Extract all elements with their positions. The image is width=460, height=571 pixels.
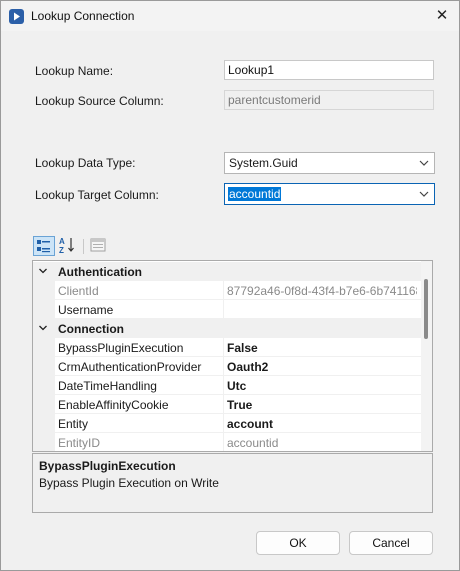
scrollbar-thumb[interactable] [424, 279, 428, 339]
toolbar-divider [83, 239, 84, 254]
property-value: 87792a46-0f8d-43f4-b7e6-6b741168 [227, 284, 417, 298]
property-value[interactable]: Oauth2 [227, 360, 417, 374]
lookup-source-column-field: parentcustomerid [224, 90, 434, 110]
row-gutter [33, 357, 55, 376]
column-divider [223, 281, 224, 300]
property-row-crmauthenticationprovider[interactable]: CrmAuthenticationProvider Oauth2 [33, 357, 421, 376]
chevron-down-icon [419, 191, 429, 197]
lookup-data-type-value: System.Guid [229, 156, 298, 170]
chevron-down-icon[interactable] [38, 323, 48, 333]
description-panel: BypassPluginExecution Bypass Plugin Exec… [32, 453, 433, 513]
row-gutter [33, 395, 55, 414]
property-pages-button[interactable] [88, 236, 110, 256]
property-value[interactable]: True [227, 398, 417, 412]
property-pages-icon [90, 238, 106, 252]
lookup-name-label: Lookup Name: [35, 64, 114, 78]
description-text: Bypass Plugin Execution on Write [39, 476, 219, 490]
property-row-bypasspluginexecution[interactable]: BypassPluginExecution False [33, 338, 421, 357]
row-divider [55, 451, 421, 452]
ok-button[interactable]: OK [256, 531, 340, 555]
lookup-data-type-select[interactable]: System.Guid [224, 152, 435, 174]
property-row-entityid[interactable]: EntityID accountid [33, 433, 421, 452]
property-grid[interactable]: Authentication ClientId 87792a46-0f8d-43… [32, 260, 433, 452]
title-bar: Lookup Connection ✕ [1, 1, 459, 31]
column-divider [223, 395, 224, 414]
category-label: Connection [58, 322, 124, 336]
lookup-data-type-label: Lookup Data Type: [35, 156, 136, 170]
alphabetical-sort-button[interactable]: A Z [57, 236, 79, 256]
property-value[interactable]: account [227, 417, 417, 431]
close-icon: ✕ [435, 7, 449, 24]
close-button[interactable]: ✕ [425, 1, 459, 31]
description-title: BypassPluginExecution [39, 459, 176, 473]
chevron-down-icon[interactable] [38, 266, 48, 276]
column-divider [223, 357, 224, 376]
lookup-connection-dialog: Lookup Connection ✕ Lookup Name: Lookup1… [0, 0, 460, 571]
row-gutter [33, 414, 55, 433]
property-name: CrmAuthenticationProvider [58, 360, 202, 374]
category-row-connection[interactable]: Connection [33, 319, 421, 338]
chevron-down-icon [419, 160, 429, 166]
window-title: Lookup Connection [31, 9, 135, 23]
app-icon [9, 9, 24, 24]
property-name: Username [58, 303, 114, 317]
column-divider [223, 338, 224, 357]
lookup-source-column-label: Lookup Source Column: [35, 94, 164, 108]
row-gutter [33, 281, 55, 300]
vertical-scrollbar[interactable] [421, 261, 432, 451]
row-gutter [33, 300, 55, 319]
column-divider [223, 300, 224, 319]
svg-text:Z: Z [59, 246, 64, 254]
property-name: EnableAffinityCookie [58, 398, 169, 412]
property-row-clientid[interactable]: ClientId 87792a46-0f8d-43f4-b7e6-6b74116… [33, 281, 421, 300]
lookup-target-column-value: accountid [228, 187, 282, 201]
property-value[interactable]: Utc [227, 379, 417, 393]
property-name: Entity [58, 417, 89, 431]
property-row-entity[interactable]: Entity account [33, 414, 421, 433]
column-divider [223, 376, 224, 395]
property-grid-toolbar: A Z [33, 236, 113, 258]
cancel-button[interactable]: Cancel [349, 531, 433, 555]
categorized-view-icon [37, 240, 50, 253]
svg-text:A: A [59, 237, 65, 246]
row-gutter [33, 376, 55, 395]
category-label: Authentication [58, 265, 142, 279]
property-name: BypassPluginExecution [58, 341, 184, 355]
alphabetical-sort-icon: A Z [59, 237, 74, 255]
row-gutter [33, 433, 55, 451]
property-value: accountid [227, 436, 279, 450]
property-name: EntityID [58, 436, 101, 450]
category-row-authentication[interactable]: Authentication [33, 262, 421, 281]
lookup-target-column-select[interactable]: accountid [224, 183, 435, 205]
column-divider [223, 433, 224, 451]
property-row-enableaffinitycookie[interactable]: EnableAffinityCookie True [33, 395, 421, 414]
property-name: ClientId [58, 284, 99, 298]
categorized-view-button[interactable] [33, 236, 55, 256]
column-divider [223, 414, 224, 433]
lookup-target-column-label: Lookup Target Column: [35, 188, 159, 202]
property-value[interactable]: False [227, 341, 417, 355]
row-gutter [33, 338, 55, 357]
lookup-name-input[interactable]: Lookup1 [224, 60, 434, 80]
property-row-datetimehandling[interactable]: DateTimeHandling Utc [33, 376, 421, 395]
property-name: DateTimeHandling [58, 379, 157, 393]
property-row-username[interactable]: Username [33, 300, 421, 319]
